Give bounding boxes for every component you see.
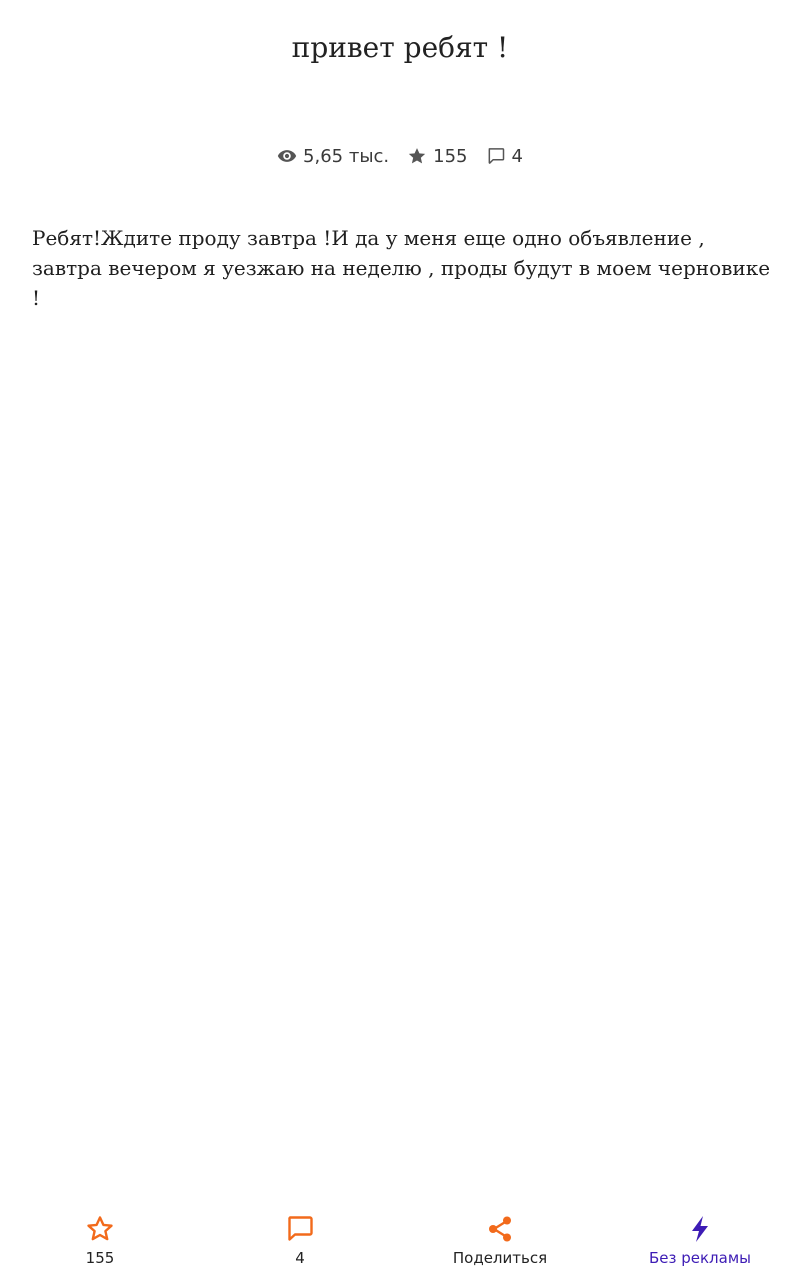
- no-ads-button[interactable]: Без рекламы: [600, 1200, 800, 1280]
- views-count: 5,65 тыс.: [303, 145, 390, 167]
- no-ads-label: Без рекламы: [648, 1249, 751, 1267]
- comments-count: 4: [511, 145, 523, 167]
- comments-button[interactable]: 4: [200, 1200, 400, 1280]
- views-stat: 5,65 тыс.: [277, 146, 389, 167]
- stars-stat: 155: [407, 145, 468, 167]
- star-outline-icon: [87, 1216, 113, 1241]
- stars-count: 155: [433, 145, 468, 167]
- eye-icon: [277, 150, 297, 162]
- comment-icon: [488, 148, 504, 164]
- vote-star-button[interactable]: 155: [0, 1200, 200, 1280]
- share-icon: [489, 1216, 511, 1242]
- share-label: Поделиться: [452, 1249, 548, 1267]
- comments-stat: 4: [486, 146, 523, 167]
- share-button[interactable]: Поделиться: [400, 1200, 600, 1280]
- star-icon: [408, 148, 426, 164]
- story-stats: 5,65 тыс. 155 4: [0, 143, 800, 169]
- comment-outline-icon: [288, 1216, 313, 1241]
- vote-count: 155: [85, 1249, 115, 1267]
- comment-count: 4: [295, 1249, 305, 1267]
- bottom-action-bar: 155 4 Поделиться Без рекламы: [0, 1200, 800, 1280]
- lightning-icon: [692, 1216, 708, 1242]
- story-body: Ребят!Ждите проду завтра !И да у меня ещ…: [32, 226, 771, 310]
- story-title: привет ребят !: [291, 31, 509, 64]
